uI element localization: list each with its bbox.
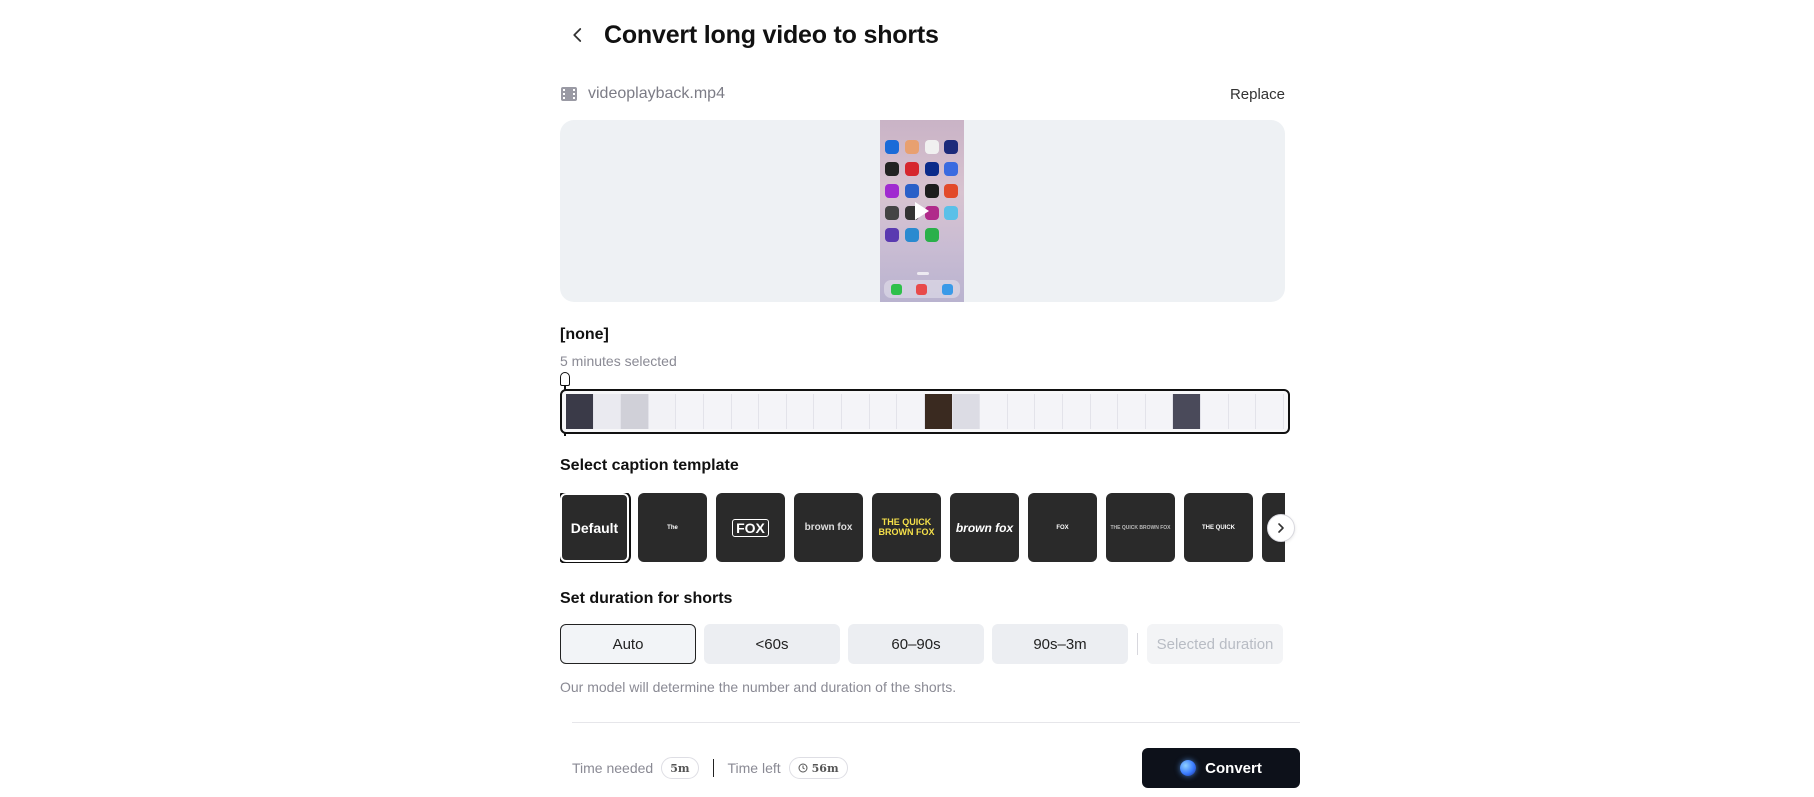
template-label: THE QUICK BROWN FOX (1110, 524, 1171, 531)
duration-option-auto[interactable]: Auto (560, 624, 696, 664)
back-button[interactable] (560, 18, 596, 52)
page-indicator (917, 272, 929, 275)
caption-template[interactable]: brown fox (950, 493, 1019, 562)
template-label: FOX (1056, 524, 1069, 531)
caption-template[interactable]: THE QUICK (1184, 493, 1253, 562)
time-left-value: 56m (811, 761, 839, 775)
template-label: FOX (732, 518, 769, 537)
template-label: brown fox (804, 522, 853, 533)
timeline-start-handle[interactable] (560, 372, 570, 386)
duration-option-under-60s[interactable]: <60s (704, 624, 840, 664)
template-label: THE QUICK BROWN FOX (878, 516, 935, 537)
templates-next-button[interactable] (1267, 514, 1295, 542)
timeline-strip[interactable] (560, 389, 1290, 434)
video-frame (880, 120, 964, 302)
file-info: videoplayback.mp4 (560, 85, 725, 103)
caption-template[interactable]: FOX (1028, 493, 1097, 562)
footer-bar: Time needed 5m Time left 56m Convert (572, 748, 1300, 788)
time-needed-label: Time needed (572, 760, 654, 776)
app-grid (885, 140, 959, 242)
play-icon[interactable] (915, 202, 929, 220)
caption-template[interactable]: brown fox (794, 493, 863, 562)
video-preview[interactable] (560, 120, 1285, 302)
convert-label: Convert (1205, 759, 1262, 777)
caption-template-list: Default The FOX brown fox THE QUICK BROW… (560, 493, 1285, 563)
duration-option-60-90s[interactable]: 60–90s (848, 624, 984, 664)
time-needed-value: 5m (670, 761, 690, 775)
time-left-badge: 56m (788, 757, 848, 779)
duration-separator (1137, 633, 1138, 655)
caption-template-default[interactable]: Default (560, 493, 631, 563)
caption-template[interactable]: THE QUICK BROWN FOX (1106, 493, 1175, 562)
template-label: THE QUICK (1202, 524, 1235, 531)
caption-template[interactable]: THE QUICK BROWN FOX (872, 493, 941, 562)
file-row: videoplayback.mp4 Replace (560, 82, 1285, 106)
segment-duration-label: 5 minutes selected (560, 353, 677, 369)
caption-template[interactable]: The (638, 493, 707, 562)
time-left-label: Time left (727, 760, 781, 776)
timeline-thumbnails (566, 394, 1284, 429)
footer-divider (572, 722, 1300, 723)
convert-button[interactable]: Convert (1142, 748, 1300, 788)
page-title: Convert long video to shorts (604, 20, 939, 49)
chevron-left-icon (573, 28, 582, 42)
template-label: brown fox (955, 520, 1014, 535)
film-icon (561, 87, 577, 101)
time-needed-badge: 5m (661, 757, 699, 779)
caption-template[interactable]: FOX (716, 493, 785, 562)
duration-option-90s-3m[interactable]: 90s–3m (992, 624, 1128, 664)
custom-duration-field: Selected duration (1147, 624, 1283, 664)
clock-icon (798, 763, 808, 773)
footer-separator (712, 759, 714, 777)
phone-dock (884, 280, 960, 298)
ai-orb-icon (1180, 760, 1197, 776)
replace-button[interactable]: Replace (1230, 86, 1285, 103)
chevron-right-icon (1278, 523, 1284, 533)
caption-section-title: Select caption template (560, 457, 739, 474)
duration-options: Auto <60s 60–90s 90s–3m Selected duratio… (560, 624, 1283, 664)
duration-section-title: Set duration for shorts (560, 590, 733, 607)
template-label: Default (570, 519, 619, 536)
file-name: videoplayback.mp4 (588, 85, 725, 102)
segment-title: [none] (560, 326, 609, 343)
template-label: The (667, 524, 678, 531)
page-header: Convert long video to shorts (560, 18, 939, 52)
duration-help-text: Our model will determine the number and … (560, 679, 957, 695)
